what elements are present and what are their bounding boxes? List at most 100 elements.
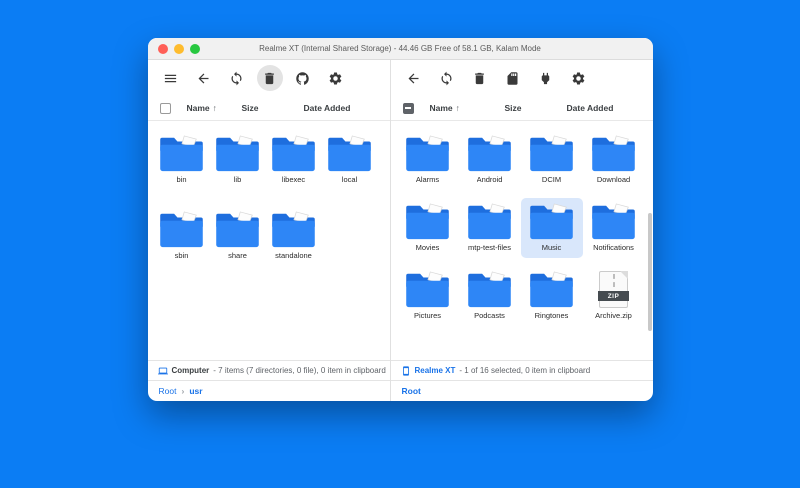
right-column-headers: Name ↑ Size Date Added — [391, 96, 653, 121]
file-item-download[interactable]: Download — [583, 130, 645, 190]
file-item-label: mtp-test-files — [468, 243, 511, 252]
column-date-added[interactable]: Date Added — [304, 103, 378, 113]
folder-icon — [467, 203, 512, 240]
folder-icon — [529, 203, 574, 240]
select-all-checkbox[interactable] — [160, 103, 171, 114]
file-item-label: libexec — [282, 175, 305, 184]
left-status-device: Computer — [172, 366, 210, 375]
refresh-icon[interactable] — [434, 65, 460, 91]
breadcrumb-usr[interactable]: usr — [189, 386, 202, 396]
page-fold-icon — [620, 271, 628, 279]
file-item-music-selected[interactable]: Music — [521, 198, 583, 258]
file-item-label: Pictures — [414, 311, 441, 320]
folder-icon — [327, 135, 372, 172]
file-item-label: Android — [477, 175, 503, 184]
sort-ascending-icon: ↑ — [213, 103, 217, 113]
file-item-label: Archive.zip — [595, 311, 632, 320]
file-item-podcasts[interactable]: Podcasts — [459, 266, 521, 326]
select-all-checkbox-indeterminate[interactable] — [403, 103, 414, 114]
folder-icon — [159, 211, 204, 248]
right-statusbar: Realme XT - 1 of 16 selected, 0 item in … — [391, 360, 653, 380]
file-item-label: DCIM — [542, 175, 561, 184]
settings-gear-icon[interactable] — [566, 65, 592, 91]
folder-icon — [271, 135, 316, 172]
file-item-label: lib — [234, 175, 242, 184]
github-icon[interactable] — [290, 65, 316, 91]
folder-icon — [529, 271, 574, 308]
file-item-alarms[interactable]: Alarms — [397, 130, 459, 190]
file-item-label: Movies — [416, 243, 440, 252]
column-size[interactable]: Size — [505, 103, 567, 113]
sd-card-icon[interactable] — [500, 65, 526, 91]
file-item-dcim[interactable]: DCIM — [521, 130, 583, 190]
file-item-share[interactable]: share — [210, 206, 266, 266]
window-title: Realme XT (Internal Shared Storage) - 44… — [259, 44, 541, 53]
left-pane: Name ↑ Size Date Added bin lib libexec — [148, 60, 391, 401]
back-icon[interactable] — [191, 65, 217, 91]
column-name[interactable]: Name ↑ — [187, 103, 242, 113]
file-item-pictures[interactable]: Pictures — [397, 266, 459, 326]
column-name[interactable]: Name ↑ — [430, 103, 505, 113]
titlebar: Realme XT (Internal Shared Storage) - 44… — [148, 38, 653, 60]
minimize-window-button[interactable] — [174, 44, 184, 54]
breadcrumb-root[interactable]: Root — [402, 386, 421, 396]
file-item-libexec[interactable]: libexec — [266, 130, 322, 190]
plug-icon[interactable] — [533, 65, 559, 91]
back-icon[interactable] — [401, 65, 427, 91]
file-item-label: Download — [597, 175, 630, 184]
file-item-label: Music — [542, 243, 562, 252]
close-window-button[interactable] — [158, 44, 168, 54]
folder-icon — [271, 211, 316, 248]
column-size[interactable]: Size — [242, 103, 304, 113]
folder-icon — [405, 135, 450, 172]
zipper-icon — [613, 274, 615, 287]
left-column-headers: Name ↑ Size Date Added — [148, 96, 390, 121]
file-item-notifications[interactable]: Notifications — [583, 198, 645, 258]
maximize-window-button[interactable] — [190, 44, 200, 54]
folder-icon — [529, 135, 574, 172]
trash-icon[interactable] — [257, 65, 283, 91]
column-date-added[interactable]: Date Added — [567, 103, 641, 113]
folder-icon — [591, 135, 636, 172]
file-item-label: share — [228, 251, 247, 260]
left-breadcrumb: Root › usr — [148, 380, 390, 401]
smartphone-icon — [401, 366, 411, 376]
folder-icon — [159, 135, 204, 172]
breadcrumb-root[interactable]: Root — [159, 386, 177, 396]
refresh-icon[interactable] — [224, 65, 250, 91]
right-pane: Name ↑ Size Date Added Alarms Android DC… — [391, 60, 653, 401]
menu-icon[interactable] — [158, 65, 184, 91]
zip-file-icon: ZIP — [599, 271, 628, 308]
left-statusbar: Computer - 7 items (7 directories, 0 fil… — [148, 360, 390, 380]
folder-icon — [405, 203, 450, 240]
sort-ascending-icon: ↑ — [456, 103, 460, 113]
column-name-label: Name — [187, 103, 210, 113]
chevron-right-icon: › — [181, 386, 184, 396]
folder-icon — [591, 203, 636, 240]
trash-icon[interactable] — [467, 65, 493, 91]
right-status-text: - 1 of 16 selected, 0 item in clipboard — [459, 366, 590, 375]
file-item-label: local — [342, 175, 357, 184]
file-item-android[interactable]: Android — [459, 130, 521, 190]
file-item-archive-zip[interactable]: ZIP Archive.zip — [583, 266, 645, 326]
file-item-ringtones[interactable]: Ringtones — [521, 266, 583, 326]
folder-icon — [215, 135, 260, 172]
folder-icon — [405, 271, 450, 308]
folder-icon — [467, 271, 512, 308]
file-item-local[interactable]: local — [322, 130, 378, 190]
right-status-device: Realme XT — [415, 366, 456, 375]
file-item-movies[interactable]: Movies — [397, 198, 459, 258]
file-item-standalone[interactable]: standalone — [266, 206, 322, 266]
scrollbar[interactable] — [648, 213, 652, 331]
left-toolbar — [148, 60, 390, 96]
file-item-bin[interactable]: bin — [154, 130, 210, 190]
column-name-label: Name — [430, 103, 453, 113]
file-item-label: standalone — [275, 251, 312, 260]
file-item-mtp-test-files[interactable]: mtp-test-files — [459, 198, 521, 258]
file-item-sbin[interactable]: sbin — [154, 206, 210, 266]
settings-gear-icon[interactable] — [323, 65, 349, 91]
file-item-lib[interactable]: lib — [210, 130, 266, 190]
file-item-label: Alarms — [416, 175, 439, 184]
left-status-text: - 7 items (7 directories, 0 file), 0 ite… — [213, 366, 386, 375]
right-breadcrumb: Root — [391, 380, 653, 401]
